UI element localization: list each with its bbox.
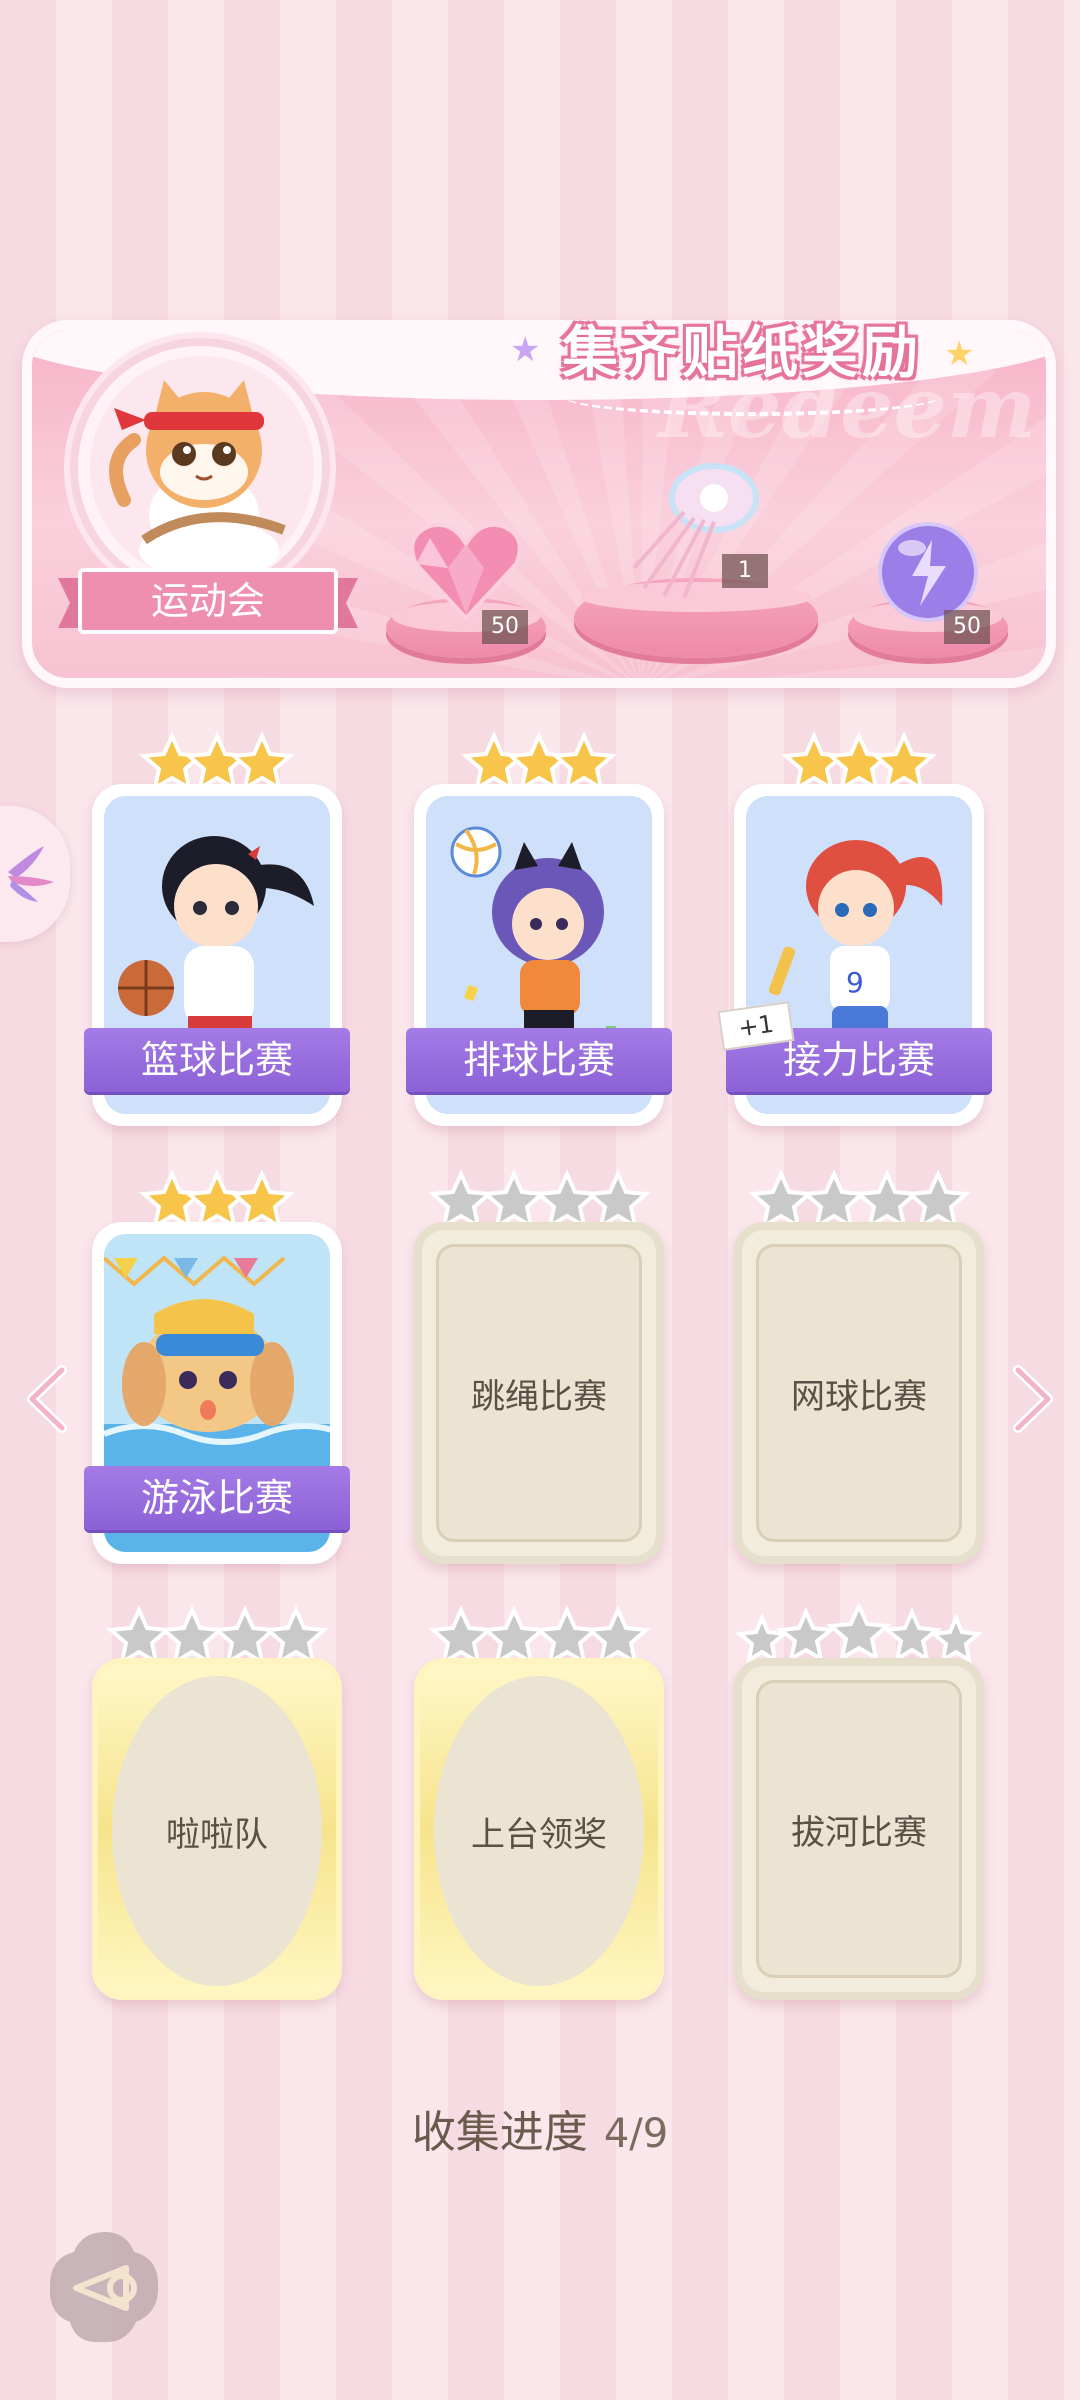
cat-mascot-icon [90, 356, 314, 580]
sticker-basketball[interactable]: 篮球比赛 [84, 731, 350, 1126]
reward-count: 50 [482, 610, 528, 644]
reward-banner: Redeem 集齐贴纸奖励 ★ ★ 运动会 50 1 50 [22, 268, 1056, 688]
star-rating-icon [735, 1604, 983, 1664]
medal-label: 运动会 [150, 579, 265, 623]
sticker-frame: 跳绳比赛 [414, 1222, 664, 1564]
sticker-frame: 上台领奖 [414, 1658, 664, 2000]
sticker-tennis-locked[interactable]: 网球比赛 [734, 1169, 984, 1564]
medal-ribbon: 运动会 [58, 568, 358, 634]
collection-progress: 收集进度 4/9 [0, 2096, 1080, 2160]
side-menu-tab[interactable] [0, 806, 70, 942]
previous-page-arrow-icon[interactable] [24, 1364, 68, 1434]
sticker-tug-of-war-locked[interactable]: 拔河比赛 [734, 1604, 984, 2000]
sticker-cheerleading-locked[interactable]: 啦啦队 [92, 1605, 342, 2000]
star-rating-icon [748, 1169, 971, 1228]
sports-day-medal[interactable] [70, 338, 330, 598]
reward-count: 50 [944, 610, 990, 644]
reward-count: 1 [722, 554, 768, 588]
sticker-relay[interactable]: 9 接力比赛 +1 [717, 731, 992, 1126]
sparkle-star-icon: ★ [944, 334, 975, 374]
reward-jellyfish[interactable]: 1 [574, 448, 818, 658]
svg-text:9: 9 [846, 966, 864, 999]
sticker-label: 篮球比赛 [84, 1028, 350, 1092]
back-button[interactable] [46, 2228, 164, 2346]
sticker-placeholder-label: 网球比赛 [756, 1244, 962, 1542]
star-rating-icon [428, 1605, 651, 1664]
reward-lightning-orb[interactable]: 50 [848, 518, 1008, 658]
pink-heart-gem-icon [410, 522, 522, 621]
banner-title: 集齐贴纸奖励 [562, 321, 922, 386]
star-rating-icon [461, 731, 617, 790]
sticker-frame: 网球比赛 [734, 1222, 984, 1564]
sticker-placeholder-label: 啦啦队 [112, 1676, 322, 1986]
star-rating-icon [139, 1169, 295, 1228]
sticker-label: 排球比赛 [406, 1028, 672, 1092]
back-arrow-icon [49, 2232, 159, 2343]
progress-count: 4/9 [603, 2111, 669, 2157]
sticker-frame: 拔河比赛 [734, 1658, 984, 2000]
next-page-arrow-icon[interactable] [1012, 1364, 1056, 1434]
sticker-swimming[interactable]: 游泳比赛 [84, 1169, 350, 1564]
reward-heart-gem[interactable]: 50 [386, 518, 546, 658]
sticker-placeholder-label: 上台领奖 [434, 1676, 644, 1986]
sticker-placeholder-label: 拔河比赛 [756, 1680, 962, 1978]
star-rating-icon [428, 1169, 651, 1228]
sticker-placeholder-label: 跳绳比赛 [436, 1244, 642, 1542]
sticker-label: 游泳比赛 [84, 1466, 350, 1530]
pinwheel-icon [8, 846, 54, 902]
sticker-volleyball[interactable]: 排球比赛 [406, 731, 672, 1126]
sticker-award-stage-locked[interactable]: 上台领奖 [414, 1605, 664, 2000]
star-rating-icon [139, 731, 295, 790]
sticker-frame: 啦啦队 [92, 1658, 342, 2000]
star-rating-icon [781, 731, 937, 790]
sparkle-star-icon: ★ [510, 330, 541, 370]
sticker-jump-rope-locked[interactable]: 跳绳比赛 [414, 1169, 664, 1564]
star-rating-icon [106, 1605, 329, 1664]
progress-label: 收集进度 [411, 2107, 588, 2158]
